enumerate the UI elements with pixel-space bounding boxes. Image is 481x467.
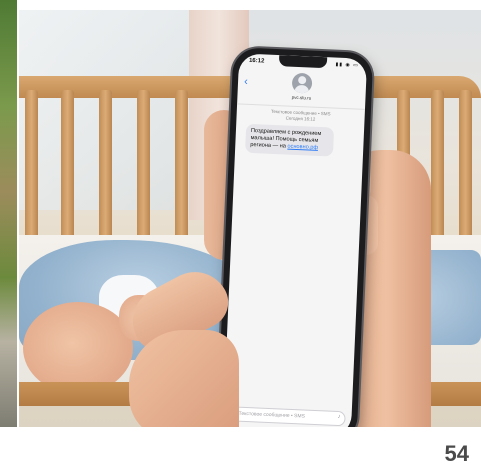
status-time: 16:12 <box>248 57 265 65</box>
nursery-photo: 16:12 ▮▮ ◉ ▭ ‹ pvc.stu.ru Текстовое сооб… <box>19 10 481 427</box>
crib-bar <box>137 90 150 240</box>
message-meta: Текстовое сообщение • SMS Сегодня 16:12 <box>236 107 364 125</box>
left-palm <box>129 330 239 427</box>
input-placeholder: Текстовое сообщение • SMS <box>238 410 306 420</box>
crib-bar <box>61 90 74 240</box>
smartphone: 16:12 ▮▮ ◉ ▭ ‹ pvc.stu.ru Текстовое сооб… <box>216 47 374 427</box>
foliage-background-strip <box>0 0 17 427</box>
phone-screen: 16:12 ▮▮ ◉ ▭ ‹ pvc.stu.ru Текстовое сооб… <box>222 53 368 427</box>
message-link[interactable]: основно.рф <box>287 144 318 151</box>
contact-name[interactable]: pvc.stu.ru <box>237 92 365 103</box>
crib-bar <box>431 90 444 240</box>
crib-bar <box>25 90 38 240</box>
crib-bar <box>99 90 112 240</box>
contact-avatar-icon[interactable] <box>291 72 313 94</box>
message-bubble: Поздравляем с рождением малыша! Помощь с… <box>244 123 335 157</box>
crib-bar <box>459 90 472 240</box>
page-number: 54 <box>444 441 469 466</box>
phone-notch <box>278 55 328 69</box>
back-chevron-icon[interactable]: ‹ <box>244 76 248 88</box>
status-icons: ▮▮ ◉ ▭ <box>335 61 360 69</box>
baby-head <box>23 302 133 394</box>
crib-bar <box>175 90 188 240</box>
message-input[interactable]: Текстовое сообщение • SMS ♪ <box>229 406 346 427</box>
microphone-icon[interactable]: ♪ <box>337 414 340 420</box>
